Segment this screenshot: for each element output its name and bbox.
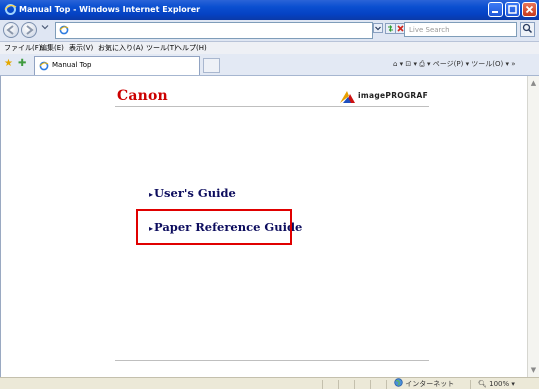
- search-input[interactable]: Live Search: [404, 22, 517, 37]
- browser-window: Manual Top - Windows Internet Explorer L…: [0, 0, 539, 389]
- tab-bar: ★ ✚ Manual Top ⌂ ▾ ⊡ ▾ ⎙ ▾ ページ(P) ▾ ツール(…: [0, 54, 539, 76]
- chevron-down-icon: [373, 23, 383, 33]
- imageprograf-mark-icon: [340, 91, 355, 103]
- menu-item-edit[interactable]: 編集(E): [40, 42, 64, 54]
- close-icon: [525, 5, 534, 14]
- minimize-icon: [492, 11, 498, 13]
- status-separator: [386, 380, 387, 389]
- status-separator: [470, 380, 471, 389]
- page-icon: [39, 61, 49, 71]
- status-separator: [370, 380, 371, 389]
- search-button[interactable]: [520, 22, 535, 37]
- globe-icon: [394, 378, 403, 387]
- menu-item-help[interactable]: ヘルプ(H): [175, 42, 207, 54]
- users-guide-link[interactable]: ▸User's Guide: [149, 186, 236, 200]
- history-dropdown-button[interactable]: [39, 23, 51, 36]
- zoom-level: 100%: [489, 380, 510, 388]
- page-icon: [59, 25, 69, 35]
- forward-button[interactable]: [21, 22, 37, 38]
- minimize-button[interactable]: [488, 2, 503, 17]
- footer-divider: [115, 360, 429, 361]
- scroll-up-arrow-icon[interactable]: ▲: [529, 78, 538, 88]
- security-zone-label: インターネット: [405, 380, 455, 388]
- ie-logo-icon: [4, 4, 17, 15]
- status-separator: [322, 380, 323, 389]
- bullet-arrow-icon: ▸: [149, 189, 154, 199]
- menu-bar: ファイル(F) 編集(E) 表示(V) お気に入り(A) ツール(T) ヘルプ(…: [0, 42, 539, 54]
- scroll-down-arrow-icon[interactable]: ▼: [529, 365, 538, 375]
- back-arrow-icon: [6, 25, 14, 35]
- add-favorites-icon[interactable]: ✚: [18, 58, 26, 70]
- zoom-control[interactable]: 🔍︎ 100% ▾: [478, 378, 515, 389]
- users-guide-label: User's Guide: [154, 186, 236, 200]
- search-icon: [522, 23, 533, 34]
- security-zone: インターネット: [394, 378, 454, 389]
- vertical-scrollbar[interactable]: ▲ ▼: [527, 76, 539, 377]
- header-divider: [115, 106, 429, 107]
- status-separator: [338, 380, 339, 389]
- tab-manual-top[interactable]: Manual Top: [34, 56, 200, 75]
- highlight-box: [136, 209, 292, 245]
- menu-item-favorites[interactable]: お気に入り(A): [98, 42, 143, 54]
- address-dropdown-button[interactable]: [372, 23, 384, 36]
- page-content: Canon imagePROGRAF ▸User's Guide ▸Paper …: [0, 76, 528, 377]
- forward-arrow-icon: [26, 25, 34, 35]
- favorites-star-icon[interactable]: ★: [4, 58, 13, 70]
- command-bar[interactable]: ⌂ ▾ ⊡ ▾ ⎙ ▾ ページ(P) ▾ ツール(O) ▾ »: [393, 59, 516, 70]
- menu-item-tools[interactable]: ツール(T): [146, 42, 177, 54]
- imageprograf-text: imagePROGRAF: [358, 91, 429, 100]
- address-toolbar: Live Search: [0, 20, 539, 42]
- chevron-down-icon: [41, 25, 49, 30]
- zoom-icon: 🔍︎: [478, 380, 487, 388]
- maximize-button[interactable]: [505, 2, 520, 17]
- back-button[interactable]: [3, 22, 19, 38]
- close-button[interactable]: [522, 2, 537, 17]
- menu-item-view[interactable]: 表示(V): [69, 42, 93, 54]
- canon-logo: Canon: [117, 88, 168, 104]
- status-separator: [354, 380, 355, 389]
- window-title: Manual Top - Windows Internet Explorer: [19, 5, 201, 14]
- address-bar[interactable]: [55, 22, 373, 39]
- title-bar: Manual Top - Windows Internet Explorer: [0, 0, 539, 20]
- new-tab-button[interactable]: [203, 58, 220, 73]
- status-bar: インターネット 🔍︎ 100% ▾: [0, 377, 539, 389]
- chevron-down-icon: ▾: [511, 380, 515, 388]
- maximize-icon: [508, 5, 517, 14]
- tab-label: Manual Top: [52, 61, 92, 69]
- menu-item-file[interactable]: ファイル(F): [4, 42, 42, 54]
